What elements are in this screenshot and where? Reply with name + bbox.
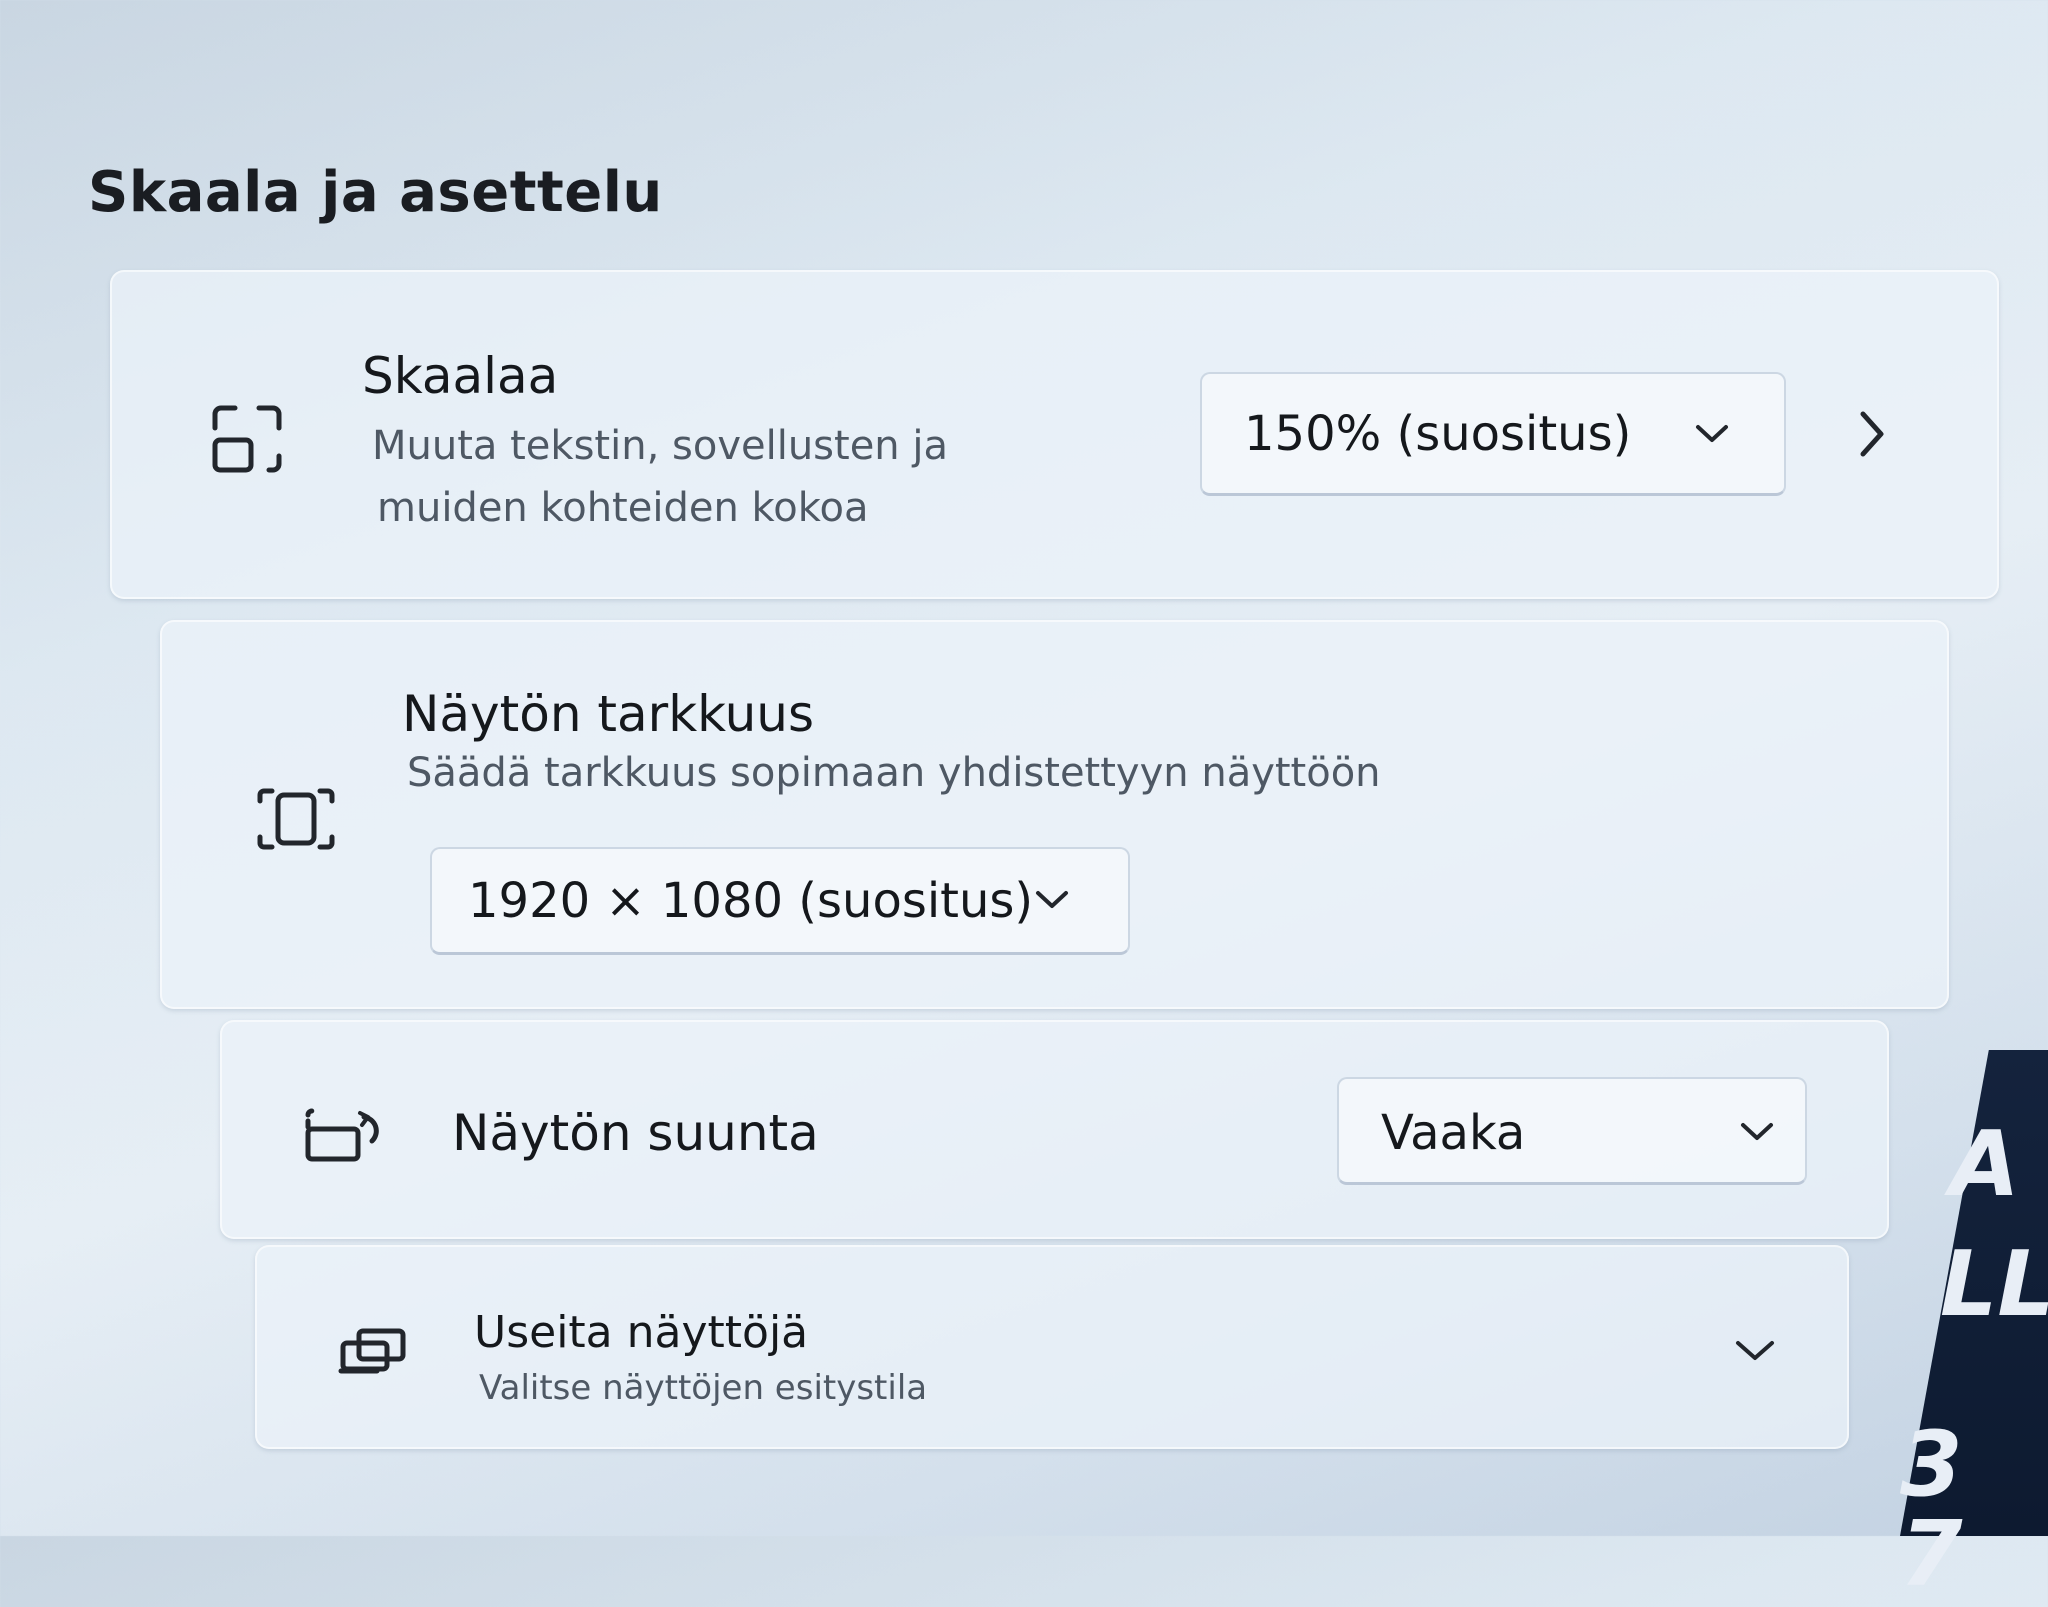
- scale-description-line2: muiden kohteiden kokoa: [377, 485, 869, 531]
- background-text-1: A: [1950, 1112, 2020, 1217]
- orientation-title: Näytön suunta: [452, 1104, 819, 1162]
- orientation-card[interactable]: Näytön suunta Vaaka: [220, 1020, 1889, 1239]
- orientation-dropdown-value: Vaaka: [1381, 1105, 1526, 1161]
- scale-icon: [207, 402, 287, 482]
- chevron-down-icon[interactable]: [1732, 1335, 1778, 1369]
- chevron-right-icon[interactable]: [1857, 410, 1887, 462]
- background-text-2: LL: [1940, 1232, 2048, 1337]
- resolution-card[interactable]: Näytön tarkkuus Säädä tarkkuus sopimaan …: [160, 620, 1949, 1009]
- resolution-dropdown-value: 1920 × 1080 (suositus): [468, 873, 1034, 929]
- resolution-description: Säädä tarkkuus sopimaan yhdistettyyn näy…: [407, 750, 1381, 796]
- scale-dropdown-value: 150% (suositus): [1244, 406, 1632, 462]
- multiple-displays-card[interactable]: Useita näyttöjä Valitse näyttöjen esitys…: [255, 1245, 1849, 1449]
- resolution-title: Näytön tarkkuus: [402, 685, 815, 743]
- scale-description-line1: Muuta tekstin, sovellusten ja: [372, 423, 948, 469]
- chevron-down-icon: [1032, 885, 1072, 917]
- resolution-icon: [254, 787, 338, 851]
- chevron-down-icon: [1737, 1117, 1777, 1149]
- orientation-icon: [302, 1107, 384, 1163]
- scale-dropdown[interactable]: 150% (suositus): [1200, 372, 1786, 496]
- background-text-3: 3 7: [1900, 1412, 1963, 1607]
- chevron-down-icon: [1692, 419, 1732, 451]
- resolution-dropdown[interactable]: 1920 × 1080 (suositus): [430, 847, 1130, 955]
- section-title: Skaala ja asettelu: [88, 160, 663, 225]
- multiple-displays-title: Useita näyttöjä: [474, 1307, 809, 1358]
- orientation-dropdown[interactable]: Vaaka: [1337, 1077, 1807, 1185]
- scale-card[interactable]: Skaalaa Muuta tekstin, sovellusten ja mu…: [110, 270, 1999, 599]
- multiple-displays-icon: [337, 1327, 407, 1375]
- multiple-displays-description: Valitse näyttöjen esitystila: [479, 1368, 928, 1408]
- scale-title: Skaalaa: [362, 347, 559, 405]
